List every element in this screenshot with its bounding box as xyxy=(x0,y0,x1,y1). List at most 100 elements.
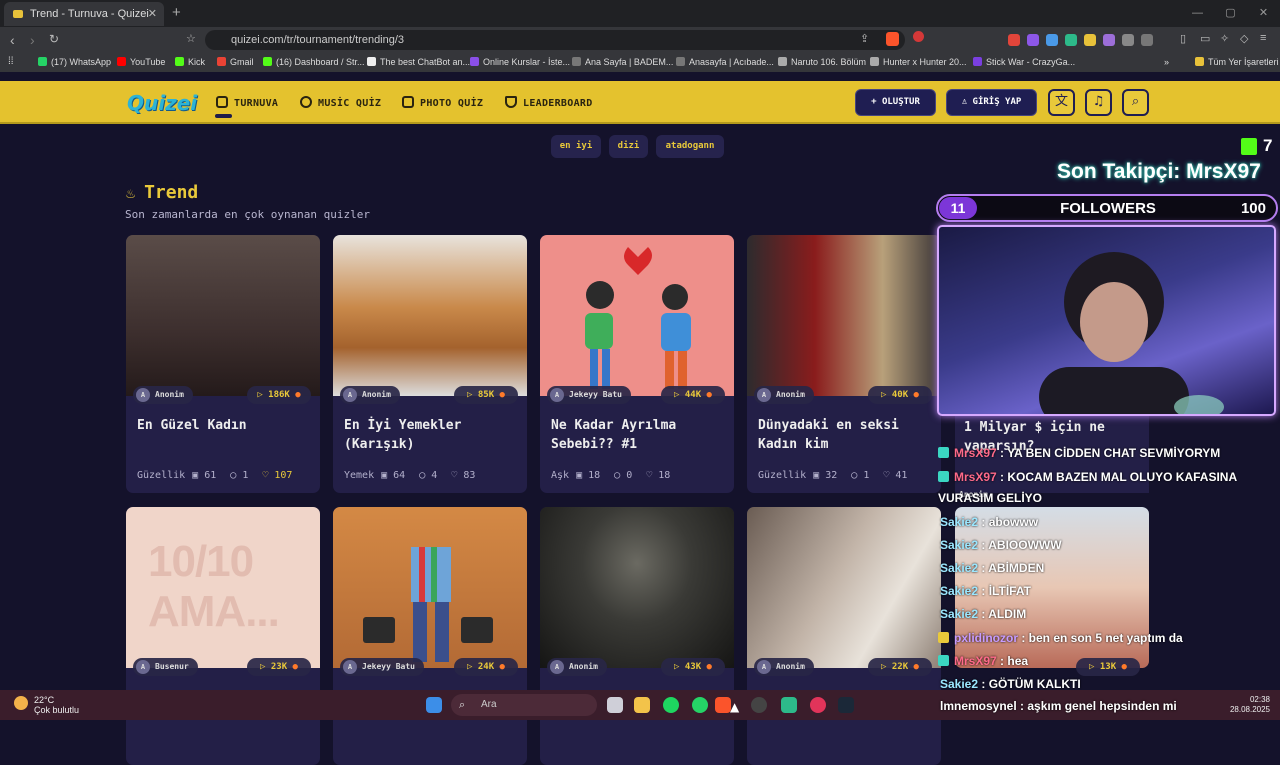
back-icon[interactable]: ‹ xyxy=(10,32,15,48)
language-icon[interactable]: 文 xyxy=(1048,89,1075,116)
chat-message: pxlidinozor : ben en son 5 net yaptım da xyxy=(938,631,1183,645)
quiz-title[interactable]: En İyi Yemekler (Karışık) xyxy=(344,416,520,454)
quiz-author[interactable]: Anonim xyxy=(754,658,814,676)
course-icon xyxy=(470,57,479,66)
site-logo[interactable]: Quizei xyxy=(127,91,197,115)
bookmark-star-icon[interactable]: ☆ xyxy=(186,32,196,45)
new-tab-button[interactable]: + xyxy=(172,4,181,21)
create-button[interactable]: + OLUŞTUR xyxy=(855,89,936,116)
quiz-author[interactable]: Anonim xyxy=(547,658,607,676)
media-icon[interactable] xyxy=(1141,34,1153,46)
rewards-icon[interactable] xyxy=(913,31,924,42)
quiz-title[interactable]: Dünyadaki en seksi Kadın kim xyxy=(758,416,934,454)
badge-icon xyxy=(938,471,949,482)
vpn-icon[interactable]: ◇ xyxy=(1240,32,1248,45)
bookmark-item[interactable]: YouTube xyxy=(117,57,165,67)
search-icon[interactable]: ⌕ xyxy=(1122,89,1149,116)
nav-photo-quiz[interactable]: PHOTO QUİZ xyxy=(402,96,483,109)
active-nav-indicator xyxy=(215,114,232,118)
quiz-card[interactable]: Anonim ▷ 22K ● xyxy=(747,507,941,765)
apps-icon[interactable]: ⁞⁞ xyxy=(8,56,14,67)
app-icon[interactable] xyxy=(810,697,826,713)
leo-icon[interactable]: ✧ xyxy=(1220,32,1229,45)
bookmark-item[interactable]: Naruto 106. Bölüm xyxy=(778,57,866,67)
nav-music-quiz[interactable]: MUSİC QUİZ xyxy=(300,96,381,109)
reload-icon[interactable]: ↻ xyxy=(49,32,59,46)
bookmark-item[interactable]: Kick xyxy=(175,57,205,67)
tag-chip[interactable]: dizi xyxy=(609,135,648,158)
quiz-title[interactable]: Ne Kadar Ayrılma Sebebi?? #1 xyxy=(551,416,727,454)
forward-icon[interactable]: › xyxy=(30,32,35,48)
bookmark-item[interactable]: Gmail xyxy=(217,57,254,67)
sidebar-icon[interactable]: ▯ xyxy=(1180,32,1186,45)
chatbot-icon xyxy=(367,57,376,66)
user-icon: ♙ xyxy=(961,97,973,107)
quiz-title[interactable]: En Güzel Kadın xyxy=(137,416,313,435)
bookmarks-more[interactable]: » xyxy=(1164,57,1169,67)
chat-message: Sakie2 : ABİMDEN xyxy=(940,561,1045,575)
quiz-author[interactable]: Jekeyy Batu xyxy=(547,386,631,404)
weather-widget[interactable]: 22°C Çok bulutlu xyxy=(14,695,79,715)
share-icon[interactable]: ⇪ xyxy=(860,32,869,45)
extension-icon[interactable] xyxy=(1027,34,1039,46)
minimize-icon[interactable]: — xyxy=(1181,0,1214,27)
extension-icon[interactable] xyxy=(1065,34,1077,46)
obs-icon[interactable] xyxy=(751,697,767,713)
extension-icon[interactable] xyxy=(1084,34,1096,46)
spotify-icon[interactable] xyxy=(663,697,679,713)
brave-shield-icon[interactable] xyxy=(886,32,899,46)
bookmark-item[interactable]: The best ChatBot an... xyxy=(367,57,470,67)
quiz-author[interactable]: Anonim xyxy=(340,386,400,404)
maximize-icon[interactable]: ▢ xyxy=(1214,0,1247,27)
nav-leaderboard[interactable]: LEADERBOARD xyxy=(505,96,593,109)
bookmark-item[interactable]: Ana Sayfa | BADEM... xyxy=(572,57,673,67)
bookmarks-bar: ⁞⁞ (17) WhatsApp YouTube Kick Gmail (16)… xyxy=(0,53,1280,72)
play-count: ▷ 13K ● xyxy=(1076,658,1140,676)
system-clock[interactable]: 02:38 28.08.2025 xyxy=(1230,695,1270,715)
bookmark-item[interactable]: (17) WhatsApp xyxy=(38,57,111,67)
quiz-card[interactable]: Jekeyy Batu ▷ 24K ● xyxy=(333,507,527,765)
notification-bell-icon[interactable]: ♫ xyxy=(1085,89,1112,116)
follower-goal-count: 100 xyxy=(1240,200,1266,217)
chat-message: MrsX97 : hea xyxy=(938,654,1028,668)
quiz-card[interactable]: Anonim ▷ 85K ● En İyi Yemekler (Karışık)… xyxy=(333,235,527,493)
quiz-author[interactable]: Busenur xyxy=(133,658,198,676)
nav-turnuva[interactable]: TURNUVA xyxy=(216,96,278,109)
bookmark-item[interactable]: (16) Dashboard / Str... xyxy=(263,57,365,67)
quiz-card[interactable]: Jekeyy Batu ▷ 44K ● Ne Kadar Ayrılma Seb… xyxy=(540,235,734,493)
bookmark-item[interactable]: Stick War - CrazyGa... xyxy=(973,57,1075,67)
bookmark-item[interactable]: Online Kurslar - İste... xyxy=(470,57,570,67)
close-window-icon[interactable]: ✕ xyxy=(1247,0,1280,27)
brave-icon[interactable] xyxy=(715,697,731,713)
extension-icon[interactable] xyxy=(1103,34,1115,46)
tab-close-icon[interactable]: ✕ xyxy=(148,7,157,20)
quiz-card[interactable]: 10/10 AMA... Busenur ▷ 23K ● xyxy=(126,507,320,765)
login-button[interactable]: ♙ GİRİŞ YAP xyxy=(946,89,1037,116)
task-view-icon[interactable] xyxy=(607,697,623,713)
quiz-author[interactable]: Jekeyy Batu xyxy=(340,658,424,676)
quiz-author[interactable]: Anonim xyxy=(133,386,193,404)
extension-icon[interactable] xyxy=(1008,34,1020,46)
whatsapp-icon[interactable] xyxy=(692,697,708,713)
windows-start-icon[interactable] xyxy=(426,697,442,713)
browser-tab[interactable]: Trend - Turnuva - Quizei ✕ xyxy=(4,2,164,26)
taskbar-search[interactable]: Ara xyxy=(451,694,597,716)
quiz-author[interactable]: Anonim xyxy=(754,386,814,404)
extension-icon[interactable] xyxy=(1046,34,1058,46)
url-field[interactable]: quizei.com/tr/tournament/trending/3 xyxy=(205,30,905,50)
tag-chip[interactable]: atadogann xyxy=(656,135,724,158)
file-explorer-icon[interactable] xyxy=(634,697,650,713)
wallet-icon[interactable]: ▭ xyxy=(1200,32,1210,45)
tab-title: Trend - Turnuva - Quizei xyxy=(30,8,149,20)
puzzle-icon[interactable] xyxy=(1122,34,1134,46)
quiz-card[interactable]: Anonim ▷ 43K ● xyxy=(540,507,734,765)
bookmark-item[interactable]: Anasayfa | Acıbade... xyxy=(676,57,774,67)
steam-icon[interactable] xyxy=(838,697,854,713)
app-icon[interactable] xyxy=(781,697,797,713)
tag-chip[interactable]: en iyi xyxy=(551,135,601,158)
quiz-card[interactable]: Anonim ▷ 186K ● En Güzel Kadın Güzellik ▣… xyxy=(126,235,320,493)
all-bookmarks-folder[interactable]: Tüm Yer İşaretleri xyxy=(1195,57,1279,67)
bookmark-item[interactable]: Hunter x Hunter 20... xyxy=(870,57,967,67)
menu-icon[interactable]: ≡ xyxy=(1260,32,1266,44)
quiz-card[interactable]: Anonim ▷ 40K ● Dünyadaki en seksi Kadın … xyxy=(747,235,941,493)
